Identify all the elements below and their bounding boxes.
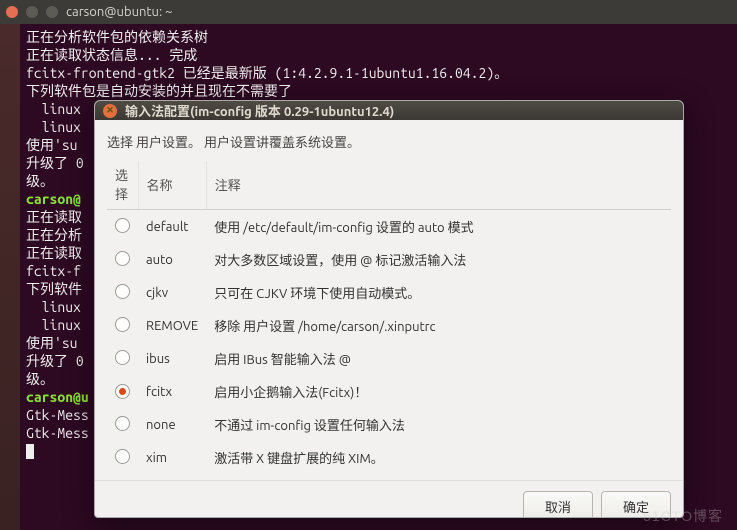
col-name[interactable]: 名称 (138, 161, 206, 210)
terminal-line: linux (26, 317, 81, 333)
table-row[interactable]: xim激活带 X 键盘扩展的纯 XIM。 (107, 441, 671, 474)
terminal-line: linux (26, 119, 81, 135)
table-row[interactable]: none不通过 im-config 设置任何输入法 (107, 408, 671, 441)
option-note: 启用小企鹅输入法(Fcitx)！ (206, 375, 671, 408)
terminal-line: linux (26, 299, 81, 315)
table-row[interactable]: cjkv只可在 CJKV 环境下使用自动模式。 (107, 276, 671, 309)
terminal-line: 正在读取 (26, 245, 82, 261)
maximize-icon[interactable] (46, 6, 58, 18)
terminal-line: 级。 (26, 173, 54, 189)
dialog-instruction: 选择 用户设置。 用户设置讲覆盖系统设置。 (107, 132, 671, 151)
option-name: fcitx (138, 375, 206, 408)
option-note: 使用 /etc/default/im-config 设置的 auto 模式 (206, 210, 671, 244)
dialog-title: 输入法配置(im-config 版本 0.29-1ubuntu12.4) (125, 101, 394, 120)
table-row[interactable]: fcitx启用小企鹅输入法(Fcitx)！ (107, 375, 671, 408)
terminal-prompt: carson@u (26, 389, 89, 405)
option-note: 不通过 im-config 设置任何输入法 (206, 408, 671, 441)
window-title: carson@ubuntu: ~ (66, 5, 172, 19)
close-icon[interactable]: ✕ (103, 104, 117, 118)
table-row[interactable]: auto对大多数区域设置，使用 @ 标记激活输入法 (107, 243, 671, 276)
terminal-line: 使用'su (26, 137, 78, 153)
dialog-footer: 取消 确定 (95, 480, 683, 518)
terminal-prompt: carson@ (26, 191, 81, 207)
window-titlebar: carson@ubuntu: ~ (0, 0, 737, 24)
terminal-line: linux (26, 101, 81, 117)
dialog-titlebar[interactable]: ✕ 输入法配置(im-config 版本 0.29-1ubuntu12.4) (95, 101, 683, 120)
option-note: 激活带 X 键盘扩展的纯 XIM。 (206, 441, 671, 474)
option-note: 只可在 CJKV 环境下使用自动模式。 (206, 276, 671, 309)
radio-icon[interactable] (115, 251, 130, 266)
radio-icon[interactable] (115, 317, 130, 332)
option-name: auto (138, 243, 206, 276)
col-select[interactable]: 选择 (107, 161, 138, 210)
watermark: 51CTO博客 (643, 506, 723, 526)
table-row[interactable]: REMOVE移除 用户设置 /home/carson/.xinputrc (107, 309, 671, 342)
terminal-line: fcitx-f (26, 263, 81, 279)
option-name: REMOVE (138, 309, 206, 342)
terminal-line: 正在分析软件包的依赖关系树 (26, 29, 208, 45)
im-config-dialog: ✕ 输入法配置(im-config 版本 0.29-1ubuntu12.4) 选… (94, 100, 684, 518)
option-name: default (138, 210, 206, 244)
option-name: none (138, 408, 206, 441)
radio-icon[interactable] (115, 350, 130, 365)
option-name: ibus (138, 342, 206, 375)
terminal-line: 使用'su (26, 335, 78, 351)
desktop: carson@ubuntu: ~ 正在分析软件包的依赖关系树 正在读取状态信息.… (0, 0, 737, 530)
table-row[interactable]: ibus启用 IBus 智能输入法 @ (107, 342, 671, 375)
col-note[interactable]: 注释 (206, 161, 671, 210)
terminal-line: 下列软件 (26, 281, 82, 297)
cursor-icon (26, 444, 34, 459)
terminal-line: 正在读取状态信息... 完成 (26, 47, 197, 63)
option-note: 移除 用户设置 /home/carson/.xinputrc (206, 309, 671, 342)
terminal-line: 正在读取 (26, 209, 82, 225)
option-name: xim (138, 441, 206, 474)
radio-icon[interactable] (115, 284, 130, 299)
radio-icon[interactable] (115, 416, 130, 431)
option-note: 启用 IBus 智能输入法 @ (206, 342, 671, 375)
close-icon[interactable] (6, 6, 18, 18)
option-name: cjkv (138, 276, 206, 309)
terminal-line: 正在分析 (26, 227, 82, 243)
dialog-body: 选择 用户设置。 用户设置讲覆盖系统设置。 选择 名称 注释 default使用… (95, 120, 683, 480)
radio-icon[interactable] (115, 384, 130, 399)
terminal-line: fcitx-frontend-gtk2 已经是最新版 (1:4.2.9.1-1u… (26, 65, 508, 81)
terminal-line: 级。 (26, 371, 54, 387)
unity-launcher[interactable] (0, 24, 20, 530)
radio-icon[interactable] (115, 218, 130, 233)
option-note: 对大多数区域设置，使用 @ 标记激活输入法 (206, 243, 671, 276)
minimize-icon[interactable] (26, 6, 38, 18)
terminal-line: 下列软件包是自动安装的并且现在不需要了 (26, 83, 292, 99)
radio-icon[interactable] (115, 449, 130, 464)
table-row[interactable]: default使用 /etc/default/im-config 设置的 aut… (107, 210, 671, 244)
cancel-button[interactable]: 取消 (523, 491, 593, 518)
options-table: 选择 名称 注释 default使用 /etc/default/im-confi… (107, 161, 671, 474)
